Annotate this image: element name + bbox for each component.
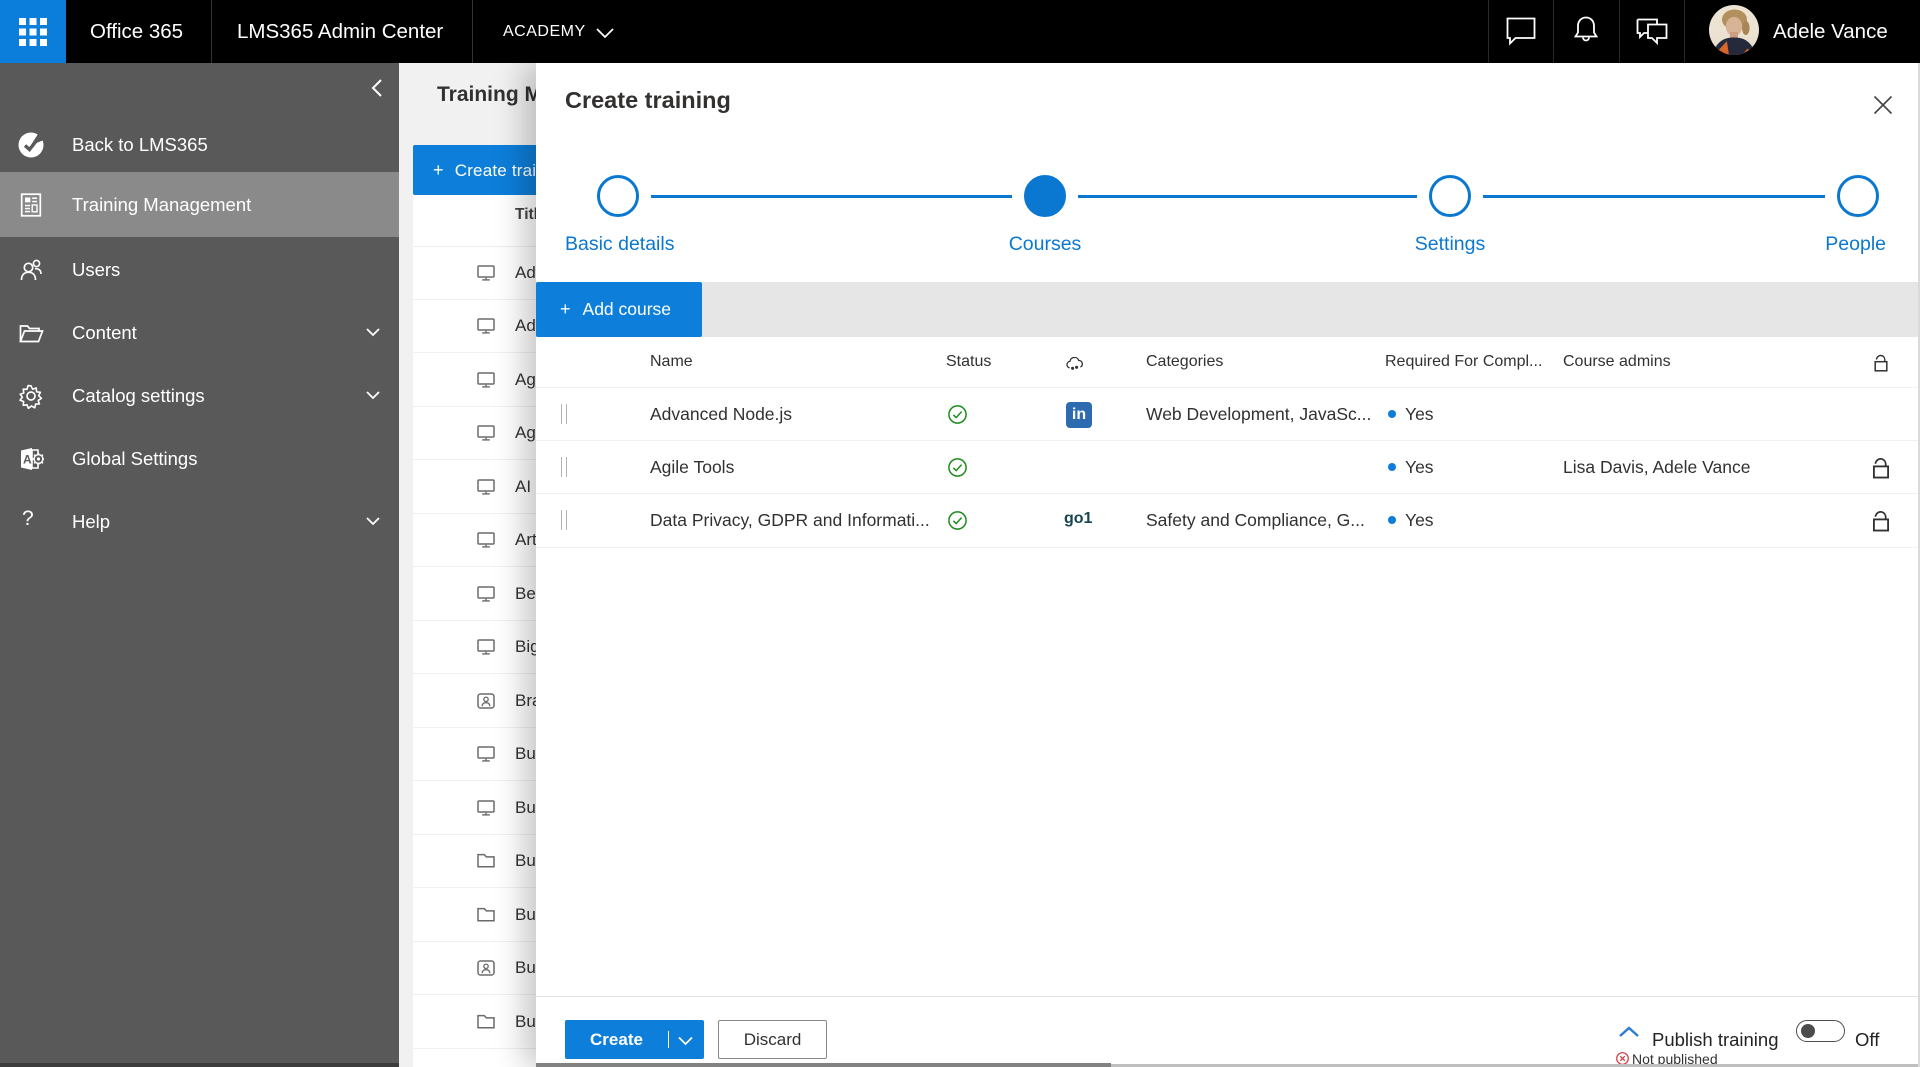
svg-text:A: A	[23, 453, 32, 467]
